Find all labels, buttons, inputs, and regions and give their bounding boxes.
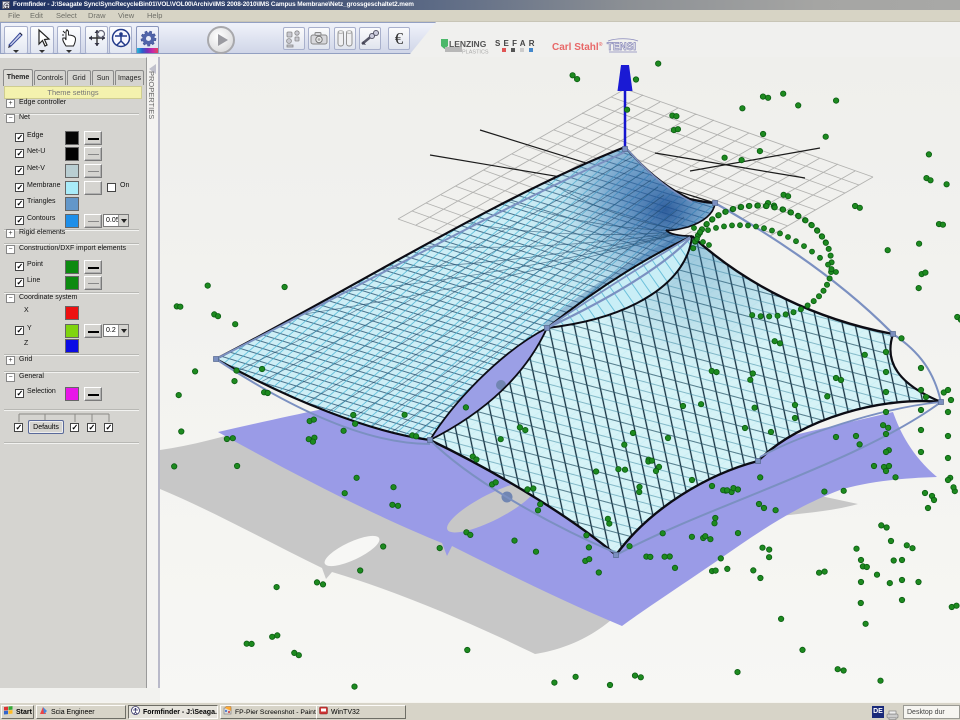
svg-text:TENSI: TENSI xyxy=(607,42,636,54)
svg-text:€: € xyxy=(395,29,404,48)
svg-text:LENZING: LENZING xyxy=(449,39,487,49)
svg-text:PLASTICS: PLASTICS xyxy=(462,50,489,56)
svg-text:SEFAR: SEFAR xyxy=(495,39,538,48)
